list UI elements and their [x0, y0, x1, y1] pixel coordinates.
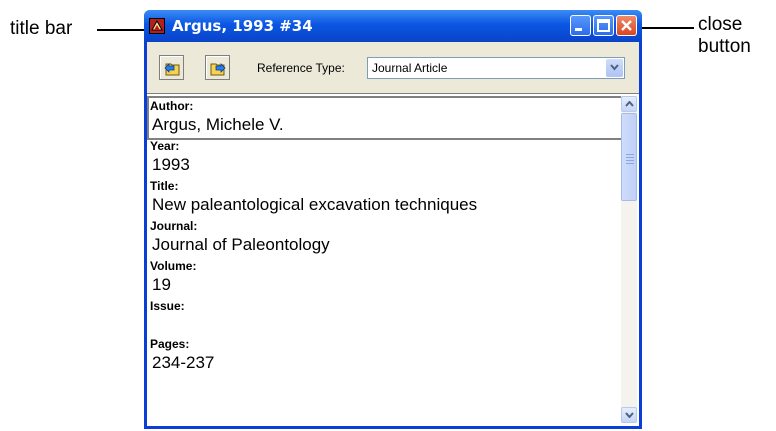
scrollbar-grip: [626, 154, 634, 166]
window-title: Argus, 1993 #34: [172, 17, 313, 35]
field-label: Title:: [150, 179, 179, 193]
reference-type-value: Journal Article: [372, 61, 448, 75]
close-icon: [621, 20, 632, 31]
field-label: Pages:: [150, 337, 190, 351]
field-value[interactable]: Argus, Michele V.: [149, 114, 628, 138]
field-value[interactable]: 234-237: [147, 352, 633, 376]
close-button-callout-line: [642, 27, 694, 29]
previous-reference-button[interactable]: [159, 55, 184, 80]
title-bar-callout-line: [97, 29, 144, 31]
chevron-down-icon: [610, 64, 619, 71]
field-volume[interactable]: Volume: 19: [147, 258, 633, 298]
vertical-scrollbar[interactable]: [621, 96, 637, 423]
field-value[interactable]: Journal of Paleontology: [147, 234, 633, 258]
reference-type-label: Reference Type:: [257, 61, 345, 75]
field-label: Journal:: [150, 219, 198, 233]
field-year[interactable]: Year: 1993: [147, 138, 633, 178]
scroll-up-button[interactable]: [621, 96, 637, 112]
field-value[interactable]: New paleantological excavation technique…: [147, 194, 633, 218]
field-value[interactable]: [147, 314, 633, 336]
chevron-down-icon: [625, 412, 634, 418]
close-button-callout-line1: close: [698, 14, 743, 35]
field-label: Volume:: [150, 259, 197, 273]
previous-reference-icon: [164, 63, 180, 76]
scrollbar-thumb[interactable]: [621, 113, 637, 201]
field-label: Author:: [150, 99, 194, 113]
scroll-down-button[interactable]: [621, 407, 637, 423]
maximize-button[interactable]: [593, 15, 614, 36]
maximize-icon: [597, 19, 610, 32]
field-label: Year:: [150, 139, 180, 153]
reference-fields-panel: Author: Argus, Michele V. Year: 1993 Tit…: [147, 93, 639, 426]
field-label: Issue:: [150, 299, 185, 313]
field-pages[interactable]: Pages: 234-237: [147, 336, 633, 376]
field-value[interactable]: 19: [147, 274, 633, 298]
close-button[interactable]: [616, 15, 637, 36]
next-reference-icon: [210, 63, 226, 76]
close-button-callout-line2: button: [698, 36, 751, 57]
field-list: Author: Argus, Michele V. Year: 1993 Tit…: [147, 94, 633, 376]
field-journal[interactable]: Journal: Journal of Paleontology: [147, 218, 633, 258]
title-bar-callout: title bar: [10, 18, 73, 39]
reference-type-dropdown[interactable]: Journal Article: [367, 57, 625, 79]
field-issue[interactable]: Issue:: [147, 298, 633, 336]
dropdown-arrow-button[interactable]: [606, 59, 623, 77]
minimize-icon: [575, 28, 582, 31]
reference-window: Argus, 1993 #34 Reference Type: Journal …: [144, 10, 642, 429]
endnote-icon[interactable]: [149, 18, 165, 34]
toolbar: Reference Type: Journal Article: [147, 42, 639, 92]
next-reference-button[interactable]: [205, 55, 230, 80]
field-title[interactable]: Title: New paleantological excavation te…: [147, 178, 633, 218]
window-body: Reference Type: Journal Article Author: …: [147, 42, 639, 426]
chevron-up-icon: [625, 101, 634, 107]
field-author[interactable]: Author: Argus, Michele V.: [147, 96, 630, 140]
title-bar[interactable]: Argus, 1993 #34: [144, 10, 642, 42]
close-button-callout: close button: [698, 14, 751, 58]
minimize-button[interactable]: [570, 15, 591, 36]
field-value[interactable]: 1993: [147, 154, 633, 178]
